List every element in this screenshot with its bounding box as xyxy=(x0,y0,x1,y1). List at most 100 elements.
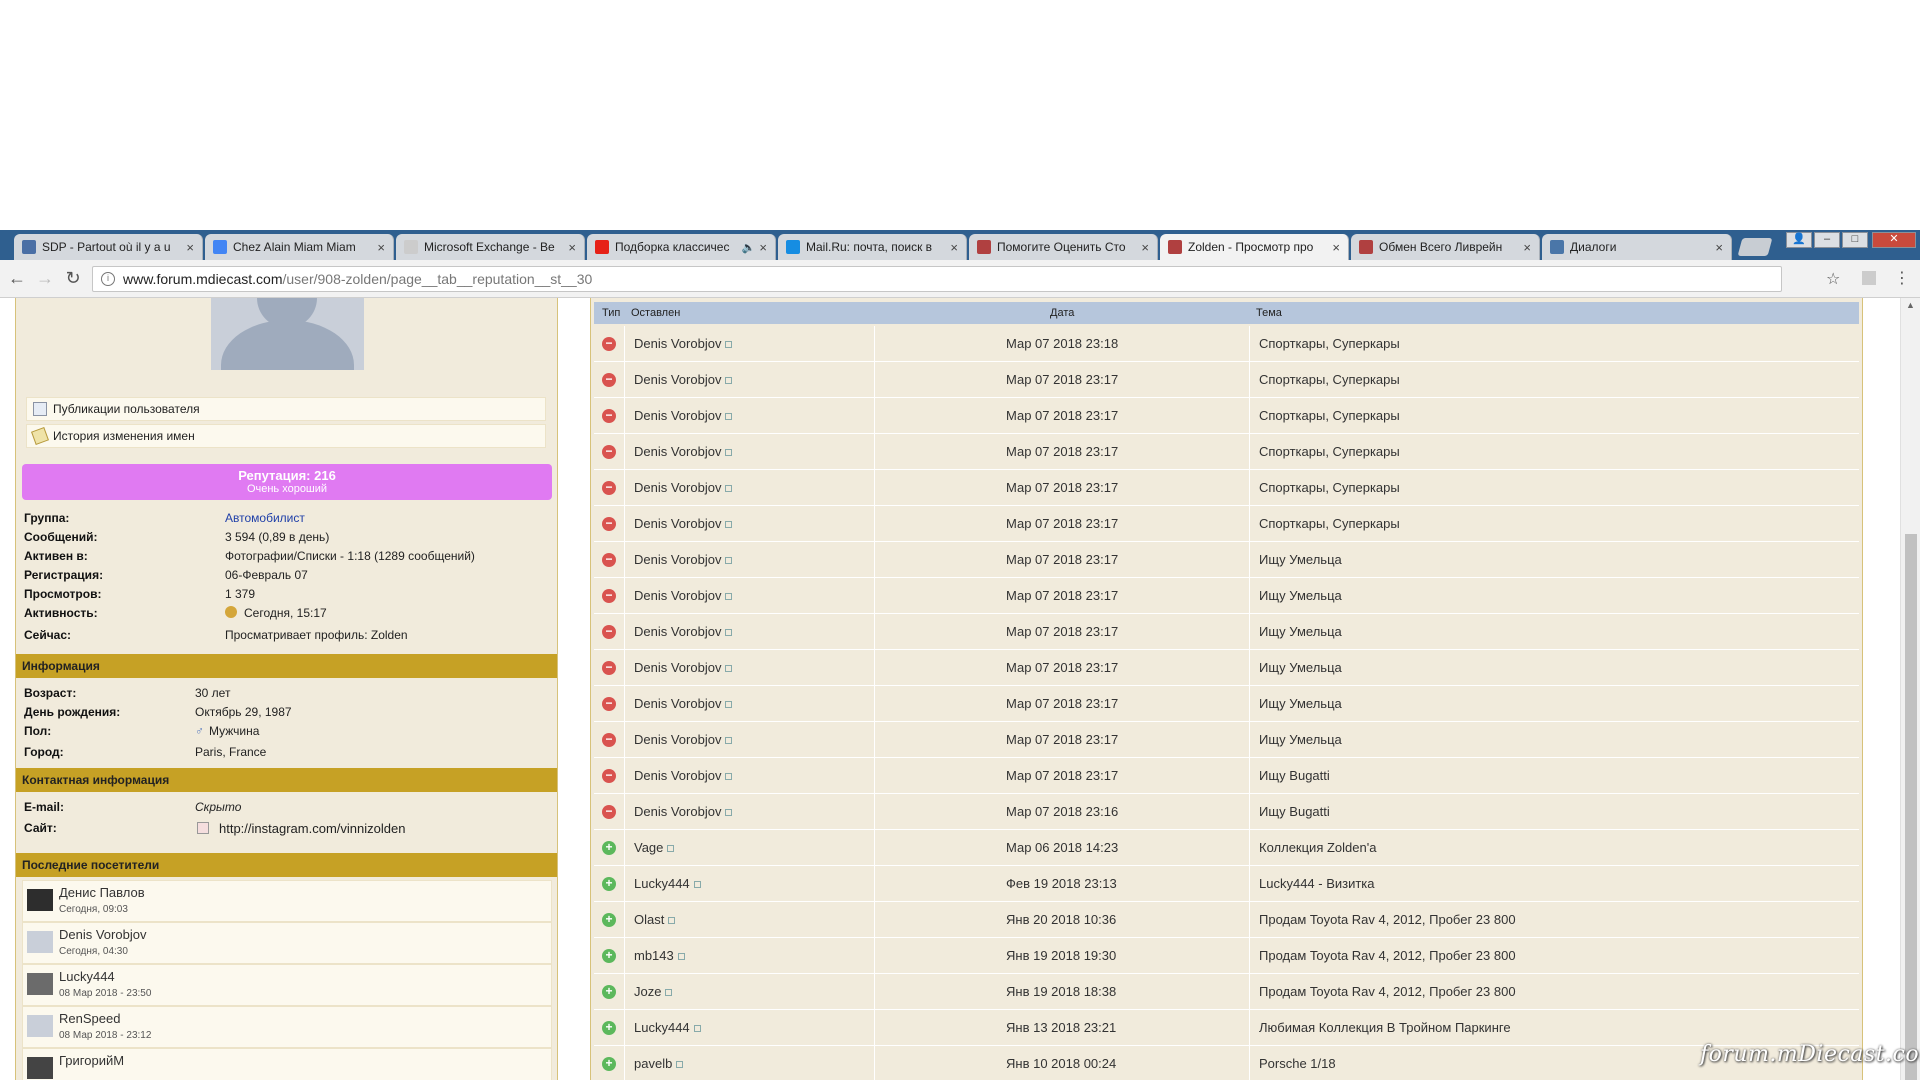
visitor-avatar[interactable] xyxy=(27,1015,53,1037)
visitor-avatar[interactable] xyxy=(27,973,53,995)
profile-card-icon[interactable] xyxy=(693,1025,701,1033)
extension-icon[interactable] xyxy=(1862,271,1876,285)
page-scrollbar[interactable]: ▲ xyxy=(1900,298,1920,1080)
row-user-link[interactable]: mb143 xyxy=(634,948,674,963)
profile-card-icon[interactable] xyxy=(725,377,733,385)
profile-card-icon[interactable] xyxy=(725,701,733,709)
tab-close-icon[interactable]: × xyxy=(568,240,576,255)
row-user-link[interactable]: pavelb xyxy=(634,1056,672,1071)
row-topic-link[interactable]: Ищу Умельца xyxy=(1259,578,1342,614)
visitor-item[interactable]: Denis Vorobjov Сегодня, 04:30 xyxy=(22,922,552,964)
row-user-link[interactable]: Vage xyxy=(634,840,663,855)
profile-card-icon[interactable] xyxy=(725,449,733,457)
profile-card-icon[interactable] xyxy=(676,1061,684,1069)
forward-icon[interactable]: → xyxy=(34,268,56,289)
browser-tab[interactable]: Zolden - Просмотр про × xyxy=(1160,234,1349,260)
visitor-name[interactable]: ГригорийМ xyxy=(59,1053,124,1068)
row-topic-link[interactable]: Спорткары, Суперкары xyxy=(1259,326,1400,362)
row-user-link[interactable]: Denis Vorobjov xyxy=(634,552,721,567)
row-user-link[interactable]: Denis Vorobjov xyxy=(634,408,721,423)
profile-card-icon[interactable] xyxy=(667,845,675,853)
name-history-link[interactable]: История изменения имен xyxy=(26,424,546,448)
row-topic-link[interactable]: Спорткары, Суперкары xyxy=(1259,362,1400,398)
field-value[interactable]: Автомобилист xyxy=(225,511,305,525)
browser-tab[interactable]: Подборка классичес 🔈 × xyxy=(587,234,776,260)
tab-close-icon[interactable]: × xyxy=(1715,240,1723,255)
profile-card-icon[interactable] xyxy=(725,773,733,781)
user-publications-link[interactable]: Публикации пользователя xyxy=(26,397,546,421)
profile-card-icon[interactable] xyxy=(725,629,733,637)
row-user-link[interactable]: Denis Vorobjov xyxy=(634,804,721,819)
tab-audio-icon[interactable]: 🔈 xyxy=(742,241,756,254)
minimize-button[interactable]: – xyxy=(1814,232,1840,248)
profile-card-icon[interactable] xyxy=(725,737,733,745)
row-user-link[interactable]: Denis Vorobjov xyxy=(634,480,721,495)
profile-card-icon[interactable] xyxy=(693,881,701,889)
tab-close-icon[interactable]: × xyxy=(1332,240,1340,255)
info-icon[interactable]: i xyxy=(101,272,115,286)
visitor-name[interactable]: RenSpeed xyxy=(59,1011,120,1026)
profile-card-icon[interactable] xyxy=(725,665,733,673)
visitor-item[interactable]: ГригорийМ xyxy=(22,1048,552,1080)
row-topic-link[interactable]: Спорткары, Суперкары xyxy=(1259,434,1400,470)
row-user-link[interactable]: Denis Vorobjov xyxy=(634,336,721,351)
browser-menu-icon[interactable]: ⋮ xyxy=(1894,268,1910,288)
row-topic-link[interactable]: Ищу Умельца xyxy=(1259,542,1342,578)
row-user-link[interactable]: Lucky444 xyxy=(634,876,690,891)
row-user-link[interactable]: Denis Vorobjov xyxy=(634,732,721,747)
tab-close-icon[interactable]: × xyxy=(950,240,958,255)
row-topic-link[interactable]: Спорткары, Суперкары xyxy=(1259,470,1400,506)
visitor-avatar[interactable] xyxy=(27,889,53,911)
browser-tab[interactable]: Chez Alain Miam Miam × xyxy=(205,234,394,260)
profile-card-icon[interactable] xyxy=(668,917,676,925)
row-topic-link[interactable]: Продам Toyota Rav 4, 2012, Пробег 23 800 xyxy=(1259,974,1516,1010)
url-bar[interactable]: i www.forum.mdiecast.com/user/908-zolden… xyxy=(92,266,1782,292)
row-user-link[interactable]: Lucky444 xyxy=(634,1020,690,1035)
browser-tab[interactable]: Обмен Всего Ливрейн × xyxy=(1351,234,1540,260)
tab-close-icon[interactable]: × xyxy=(759,240,767,255)
visitor-name[interactable]: Denis Vorobjov xyxy=(59,927,146,942)
visitor-item[interactable]: Денис Павлов Сегодня, 09:03 xyxy=(22,880,552,922)
row-topic-link[interactable]: Ищу Bugatti xyxy=(1259,758,1330,794)
bookmark-star-icon[interactable]: ☆ xyxy=(1826,269,1840,289)
close-window-button[interactable]: ✕ xyxy=(1872,232,1916,248)
row-topic-link[interactable]: Ищу Умельца xyxy=(1259,650,1342,686)
row-topic-link[interactable]: Спорткары, Суперкары xyxy=(1259,506,1400,542)
browser-tab[interactable]: Mail.Ru: почта, поиск в × xyxy=(778,234,967,260)
profile-card-icon[interactable] xyxy=(725,809,733,817)
visitor-name[interactable]: Денис Павлов xyxy=(59,885,145,900)
profile-card-icon[interactable] xyxy=(665,989,673,997)
row-user-link[interactable]: Denis Vorobjov xyxy=(634,588,721,603)
profile-card-icon[interactable] xyxy=(677,953,685,961)
profile-card-icon[interactable] xyxy=(725,341,733,349)
visitor-avatar[interactable] xyxy=(27,1057,53,1079)
browser-tab[interactable]: Помогите Оценить Сто × xyxy=(969,234,1158,260)
maximize-button[interactable]: □ xyxy=(1842,232,1868,248)
row-topic-link[interactable]: Ищу Bugatti xyxy=(1259,794,1330,830)
row-user-link[interactable]: Denis Vorobjov xyxy=(634,372,721,387)
row-topic-link[interactable]: Продам Toyota Rav 4, 2012, Пробег 23 800 xyxy=(1259,902,1516,938)
visitor-item[interactable]: Lucky444 08 Мар 2018 - 23:50 xyxy=(22,964,552,1006)
row-user-link[interactable]: Denis Vorobjov xyxy=(634,660,721,675)
row-topic-link[interactable]: Спорткары, Суперкары xyxy=(1259,398,1400,434)
scroll-up-icon[interactable]: ▲ xyxy=(1906,300,1915,310)
row-user-link[interactable]: Denis Vorobjov xyxy=(634,516,721,531)
tab-close-icon[interactable]: × xyxy=(377,240,385,255)
field-value[interactable]: http://instagram.com/vinnizolden xyxy=(219,821,405,836)
row-topic-link[interactable]: Продам Toyota Rav 4, 2012, Пробег 23 800 xyxy=(1259,938,1516,974)
back-icon[interactable]: ← xyxy=(6,268,28,289)
profile-card-icon[interactable] xyxy=(725,593,733,601)
visitor-name[interactable]: Lucky444 xyxy=(59,969,115,984)
tab-close-icon[interactable]: × xyxy=(1141,240,1149,255)
profile-card-icon[interactable] xyxy=(725,521,733,529)
profile-window-button[interactable]: 👤 xyxy=(1786,232,1812,248)
row-user-link[interactable]: Denis Vorobjov xyxy=(634,768,721,783)
row-topic-link[interactable]: Ищу Умельца xyxy=(1259,614,1342,650)
browser-tab[interactable]: Диалоги × xyxy=(1542,234,1732,260)
visitor-item[interactable]: RenSpeed 08 Мар 2018 - 23:12 xyxy=(22,1006,552,1048)
row-user-link[interactable]: Olast xyxy=(634,912,664,927)
row-topic-link[interactable]: Lucky444 - Визитка xyxy=(1259,866,1375,902)
visitor-avatar[interactable] xyxy=(27,931,53,953)
row-topic-link[interactable]: Ищу Умельца xyxy=(1259,722,1342,758)
row-user-link[interactable]: Denis Vorobjov xyxy=(634,444,721,459)
